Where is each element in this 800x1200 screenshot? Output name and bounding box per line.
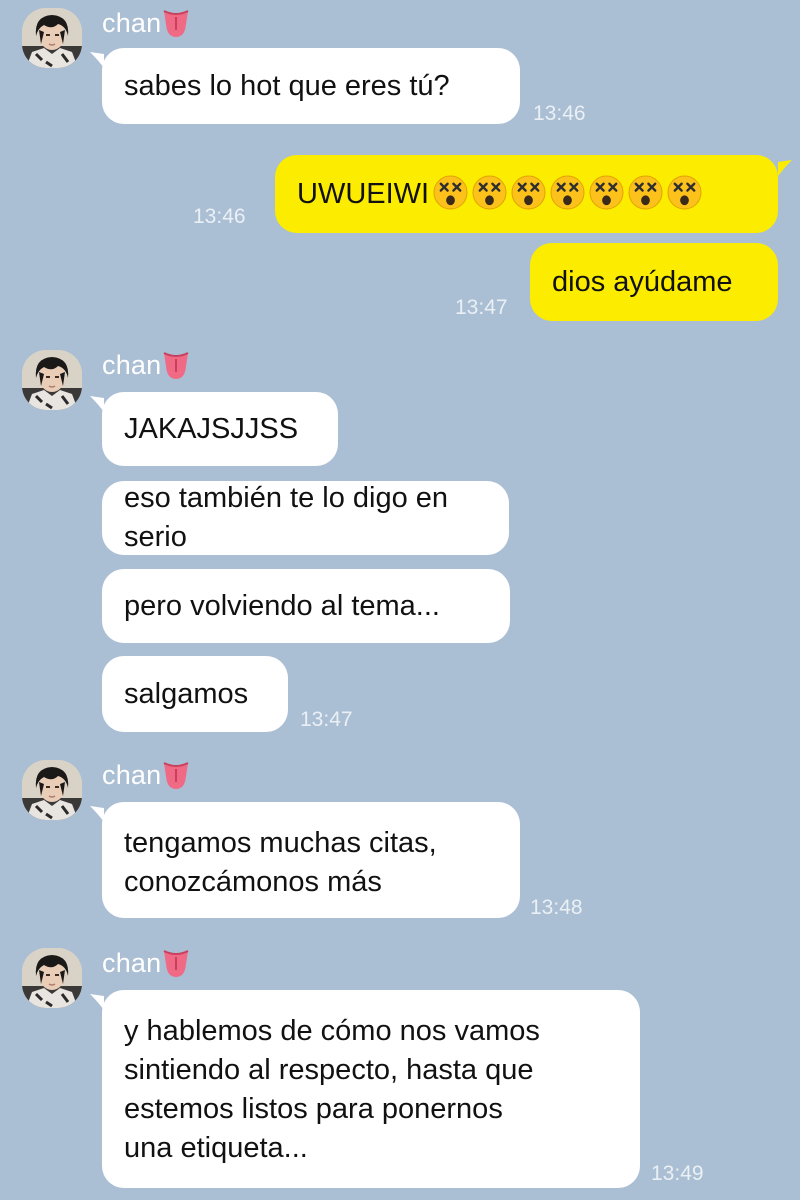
tongue-emoji-icon: [163, 948, 189, 978]
message-bubble[interactable]: tengamos muchas citas, conozcámonos más: [102, 802, 520, 918]
avatar[interactable]: [22, 8, 82, 68]
outgoing-message-bubble[interactable]: dios ayúdame: [530, 243, 778, 321]
message-time: 13:47: [300, 708, 353, 731]
message-text: tengamos muchas citas, conozcámonos más: [124, 827, 437, 898]
outgoing-message-bubble[interactable]: UWUEIWI: [275, 155, 778, 233]
tongue-emoji-icon: [163, 8, 189, 38]
message-time: 13:48: [530, 896, 583, 919]
message-bubble[interactable]: pero volviendo al tema...: [102, 569, 510, 643]
dizzy-face-emoji-icon: [628, 175, 663, 210]
message-time: 13:49: [651, 1162, 704, 1185]
dizzy-face-emoji-icon: [667, 175, 702, 210]
message-text: y hablemos de cómo nos vamos sintiendo a…: [124, 1015, 540, 1164]
sender-name-text: chan: [102, 350, 162, 380]
tongue-emoji-icon: [163, 350, 189, 380]
sender-name: chan: [102, 8, 189, 39]
avatar[interactable]: [22, 760, 82, 820]
sender-name-text: chan: [102, 760, 162, 790]
avatar[interactable]: [22, 948, 82, 1008]
message-text: JAKAJSJJSS: [124, 412, 299, 445]
message-bubble[interactable]: eso también te lo digo en serio: [102, 481, 509, 555]
dizzy-face-emoji-icon: [550, 175, 585, 210]
sender-name-text: chan: [102, 8, 162, 38]
dizzy-face-emoji-icon: [433, 175, 468, 210]
avatar[interactable]: [22, 350, 82, 410]
message-time: 13:46: [193, 205, 246, 228]
message-time: 13:46: [533, 102, 586, 125]
sender-name: chan: [102, 350, 189, 381]
chat-thread: chan sabes lo hot que eres tú? 13:46 13:…: [0, 0, 800, 1200]
message-bubble[interactable]: JAKAJSJJSS: [102, 392, 338, 466]
message-text: dios ayúdame: [552, 265, 733, 298]
tongue-emoji-icon: [163, 760, 189, 790]
message-bubble[interactable]: sabes lo hot que eres tú?: [102, 48, 520, 124]
message-time: 13:47: [455, 296, 508, 319]
dizzy-face-emoji-icon: [472, 175, 507, 210]
sender-name-text: chan: [102, 948, 162, 978]
message-text: salgamos: [124, 677, 249, 710]
message-text: UWUEIWI: [297, 177, 430, 210]
message-text: pero volviendo al tema...: [124, 589, 440, 622]
message-text: eso también te lo digo en serio: [124, 482, 449, 553]
sender-name: chan: [102, 948, 189, 979]
emoji-row: [429, 175, 702, 214]
message-bubble[interactable]: y hablemos de cómo nos vamos sintiendo a…: [102, 990, 640, 1188]
message-text: sabes lo hot que eres tú?: [124, 69, 450, 102]
sender-name: chan: [102, 760, 189, 791]
message-bubble[interactable]: salgamos: [102, 656, 288, 732]
bubble-tail: [778, 160, 792, 176]
dizzy-face-emoji-icon: [511, 175, 546, 210]
dizzy-face-emoji-icon: [589, 175, 624, 210]
